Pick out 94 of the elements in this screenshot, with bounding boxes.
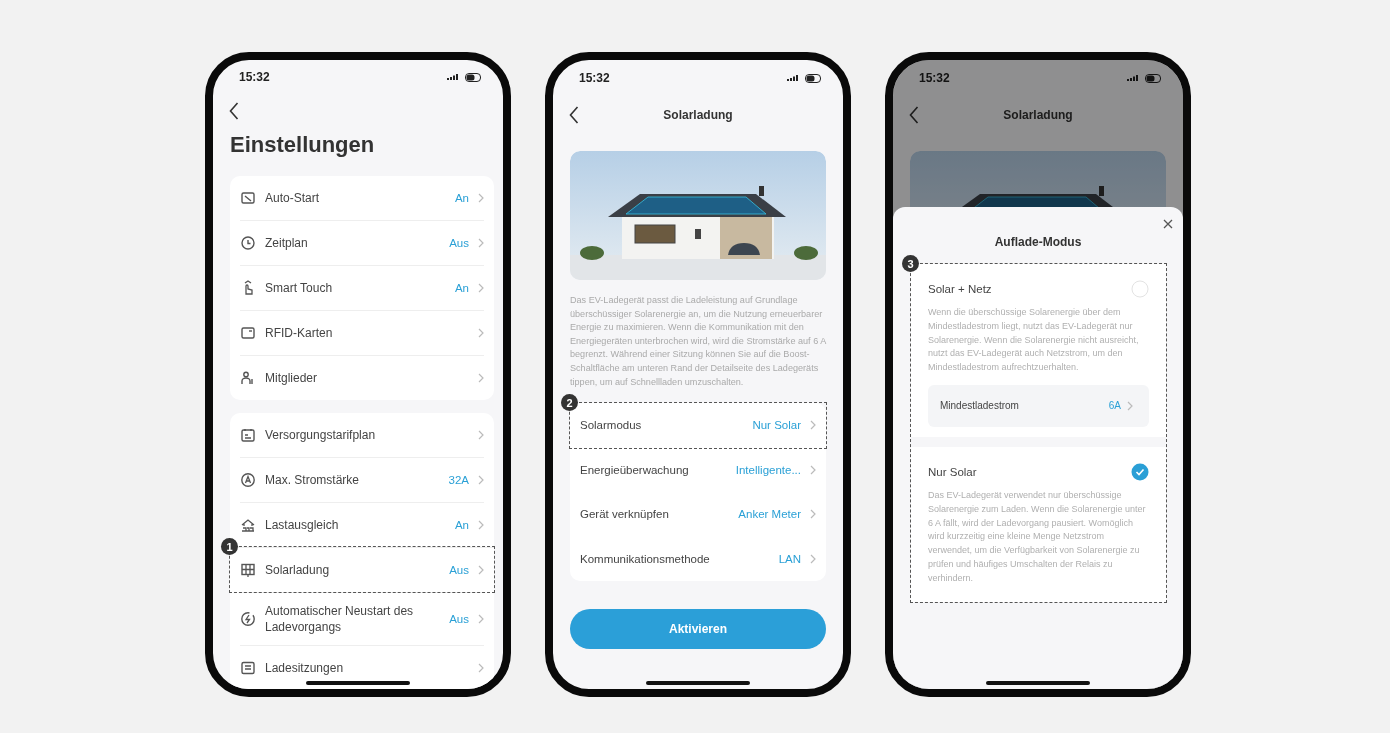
settings-row[interactable]: Automatischer Neustart des Ladevorgangs Aus [240, 592, 484, 645]
row-value: An [454, 282, 469, 294]
letter-a-circle-icon [240, 472, 256, 488]
row-label: Zeitplan [265, 235, 309, 251]
sheet-title: Auflade-Modus [993, 235, 1083, 249]
row-value: LAN [778, 552, 801, 565]
radio-button[interactable] [1131, 280, 1149, 298]
chevron-right-icon [810, 553, 816, 564]
battery-icon [465, 72, 483, 82]
screen-title: Solarladung [663, 108, 733, 122]
row-label: Ladesitzungen [265, 660, 345, 676]
screen-title: Solarladung [1003, 108, 1073, 122]
settings-row[interactable]: Smart Touch An [240, 265, 484, 310]
chevron-right-icon [810, 509, 816, 520]
back-icon[interactable] [909, 106, 919, 124]
settings-row[interactable]: RFID-Karten [240, 310, 484, 355]
people-icon [240, 370, 256, 386]
row-label: Solarmodus [580, 418, 643, 434]
lightning-circle-icon [240, 611, 256, 627]
row-label: Versorgungstarifplan [265, 427, 377, 443]
chevron-right-icon [478, 193, 484, 203]
callout-badge: 2 [561, 394, 578, 412]
option-title: Nur Solar [928, 466, 977, 478]
calendar-icon [240, 427, 256, 443]
settings-row[interactable]: Zeitplan Aus [240, 220, 484, 265]
signal-icon [447, 73, 459, 81]
settings-row[interactable]: Auto-Start An [240, 176, 484, 220]
chevron-right-icon [478, 373, 484, 383]
signal-icon [1127, 74, 1139, 82]
row-label: Smart Touch [265, 280, 334, 296]
grid-icon [240, 562, 256, 578]
settings-row[interactable]: Lastausgleich An [240, 502, 484, 547]
chevron-right-icon [478, 430, 484, 440]
back-icon[interactable] [229, 102, 239, 120]
settings-row[interactable]: Kommunikationsmethode LAN [580, 536, 816, 582]
signal-icon [787, 74, 799, 82]
card-icon [240, 190, 256, 206]
row-label: Mitglieder [265, 370, 319, 386]
row-value: Aus [449, 237, 469, 249]
row-label: Solarladung [265, 562, 331, 578]
row-label: Energieüberwachung [580, 462, 690, 478]
row-value: Anker Meter [738, 508, 801, 521]
row-value: Intelligente... [735, 463, 801, 476]
chevron-right-icon [1127, 401, 1133, 411]
status-time: 15:32 [579, 71, 610, 85]
row-label: Automatischer Neustart des Ladevorgangs [265, 603, 415, 635]
row-value: Nur Solar [752, 419, 801, 432]
close-button[interactable] [1161, 217, 1175, 231]
option-title: Solar + Netz [928, 283, 992, 295]
radio-button[interactable] [1131, 463, 1149, 481]
row-label: Kommunikationsmethode [580, 551, 711, 567]
row-value: An [454, 192, 469, 204]
settings-row[interactable]: Max. Stromstärke 32A [240, 457, 484, 502]
chevron-right-icon [478, 283, 484, 293]
chevron-right-icon [478, 520, 484, 530]
chevron-right-icon [478, 238, 484, 248]
page-title: Einstellungen [229, 131, 376, 158]
callout-badge: 3 [902, 255, 919, 272]
description-text: Das EV-Ladegerät passt die Ladeleistung auf Grundlage überschüssiger Solarenergie an, um die Nutzung erneuerbarer Energie zu maximieren. Wenn die Kommunikation mit den Energiegeräten unterbrochen wird, wird die Stromstärke auf 6 A begrenzt. Während einer Sitzung können Sie auf die Boost-Schaltfläche am unteren Rand der Detailseite des Ladegeräts tippen, um auf Schnellladen umzuschalten. [570, 294, 826, 389]
chevron-right-icon [810, 464, 816, 475]
callout-badge: 1 [221, 538, 238, 555]
house-icon [240, 517, 256, 533]
clock-icon [240, 235, 256, 251]
chevron-right-icon [478, 328, 484, 338]
card-icon [240, 325, 256, 341]
row-value: Aus [449, 564, 469, 576]
settings-row[interactable]: Versorgungstarifplan [240, 413, 484, 457]
back-icon[interactable] [569, 106, 579, 124]
settings-row[interactable]: Mitglieder [240, 355, 484, 400]
row-value: 32A [448, 474, 469, 486]
row-label: Max. Stromstärke [265, 472, 361, 488]
chevron-right-icon [478, 565, 484, 575]
row-label: Auto-Start [265, 190, 321, 206]
battery-icon [1145, 73, 1163, 83]
setting-row[interactable]: Mindestladestrom 6A [928, 385, 1149, 427]
chevron-right-icon [478, 475, 484, 485]
option-description: Wenn die überschüssige Solarenergie über dem Mindestladestrom liegt, nutzt das EV-Ladegerät nur Solarenergie. Wenn die Solarenergie nicht ausreicht, nutzt das EV-Ladegerät auch Netzstrom, um den Mindestladestrom aufrechtzuerhalten. [928, 306, 1140, 375]
row-label: RFID-Karten [265, 325, 334, 341]
row-value: 6A [1108, 400, 1121, 412]
list-icon [240, 660, 256, 676]
row-value: Aus [449, 613, 469, 625]
chevron-right-icon [810, 420, 816, 431]
battery-icon [805, 73, 823, 83]
settings-row[interactable]: Gerät verknüpfen Anker Meter [580, 492, 816, 537]
option-description: Das EV-Ladegerät verwendet nur überschüssige Solarenergie zum Laden. Wenn die Solarenergie unter 6 A fällt, wird der Ladevorgang pausiert. Womöglich wird kurzzeitig eine kleine Menge Netzstrom verwendet, um die Verfügbarkeit von Solarenergie zu prüfen und häufiges Umschalten der Relais zu verhindern. [928, 489, 1147, 585]
chevron-right-icon [478, 614, 484, 624]
row-label: Gerät verknüpfen [580, 507, 670, 523]
status-time: 15:32 [239, 70, 270, 84]
row-value: An [454, 519, 469, 531]
row-label: Mindestladestrom [940, 399, 1020, 413]
status-time: 15:32 [919, 71, 950, 85]
chevron-right-icon [478, 663, 484, 673]
settings-row[interactable]: Energieüberwachung Intelligente... [580, 447, 816, 493]
row-label: Lastausgleich [265, 517, 340, 533]
